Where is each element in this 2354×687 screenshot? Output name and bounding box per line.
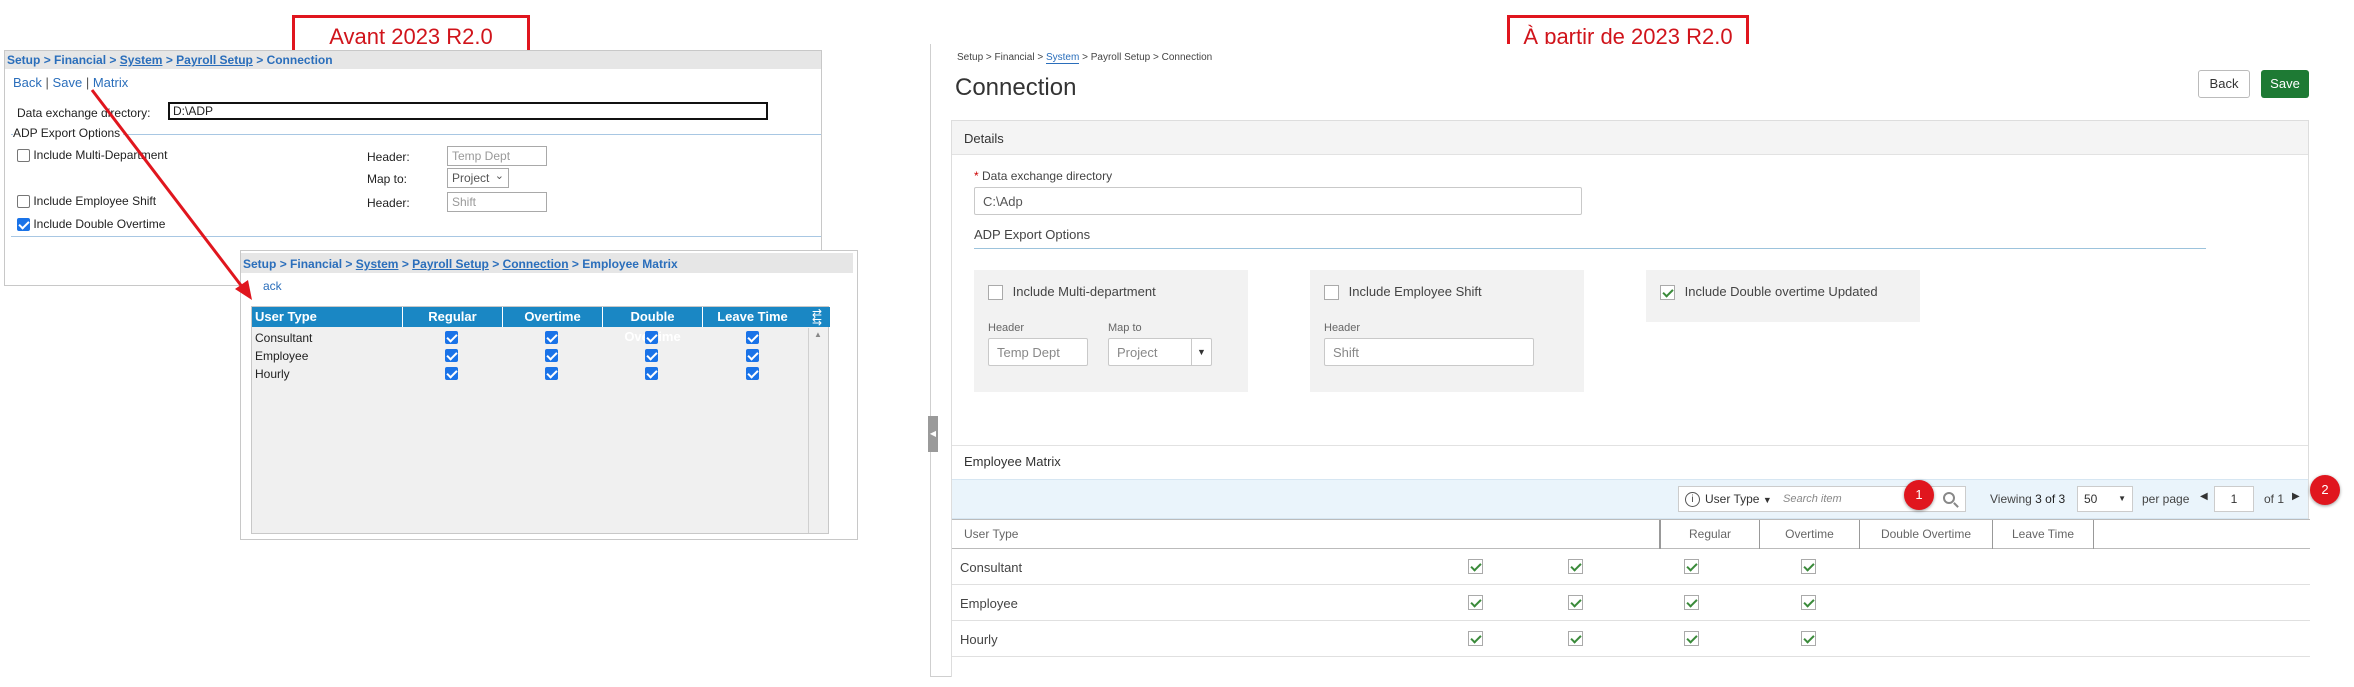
- new-emp-shift-option[interactable]: Include Employee Shift: [1324, 284, 1482, 301]
- new-check-employee-double[interactable]: [1684, 595, 1699, 610]
- employee-matrix-header: Employee Matrix: [964, 454, 1061, 469]
- new-save-button[interactable]: Save: [2261, 70, 2309, 98]
- caret-down-icon: ▼: [2118, 494, 2126, 503]
- new-col-regular[interactable]: Regular: [1660, 520, 1760, 549]
- new-check-employee-regular[interactable]: [1468, 595, 1483, 610]
- new-connection-window: Setup > Financial > System > Payroll Set…: [928, 44, 2340, 678]
- annotation-badge-1: 1: [1904, 480, 1934, 510]
- new-matrix-header-row: User Type Regular Overtime Double Overti…: [952, 519, 2310, 549]
- info-icon: i: [1685, 492, 1700, 507]
- new-check-employee-leave[interactable]: [1801, 595, 1816, 610]
- details-section-header: Details: [952, 121, 2308, 155]
- new-adp-section-title: ADP Export Options: [974, 227, 1091, 242]
- table-row: Employee: [952, 585, 2310, 621]
- nbc-connection: Connection: [1161, 52, 1213, 63]
- per-page-select[interactable]: 50 ▼: [2077, 486, 2133, 512]
- new-header-input-1[interactable]: Temp Dept: [988, 338, 1088, 366]
- new-check-hourly-leave[interactable]: [1801, 631, 1816, 646]
- next-page-icon[interactable]: ▶: [2292, 491, 2300, 502]
- new-col-user-type[interactable]: User Type: [952, 520, 1660, 549]
- new-check-consultant-double[interactable]: [1684, 559, 1699, 574]
- emp-shift-group: Include Employee Shift Header Shift: [1310, 270, 1584, 392]
- new-col-double-overtime[interactable]: Double Overtime: [1860, 520, 1993, 549]
- caret-down-icon: ▼: [1762, 495, 1772, 505]
- new-back-button[interactable]: Back: [2198, 70, 2250, 98]
- new-check-consultant-regular[interactable]: [1468, 559, 1483, 574]
- double-ot-group: Include Double overtime Updated: [1646, 270, 1920, 322]
- new-check-consultant-overtime[interactable]: [1568, 559, 1583, 574]
- of-pages: of 1: [2264, 492, 2285, 506]
- per-page-label: per page: [2142, 492, 2190, 506]
- new-col-overtime[interactable]: Overtime: [1760, 520, 1860, 549]
- new-matrix-table: User Type Regular Overtime Double Overti…: [952, 519, 2310, 678]
- caret-down-icon[interactable]: ▼: [1191, 339, 1211, 365]
- new-map-to-label: Map to: [1108, 322, 1142, 334]
- new-multi-dept-option[interactable]: Include Multi-department: [988, 284, 1156, 301]
- new-map-to-select[interactable]: Project ▼: [1108, 338, 1212, 366]
- matrix-toolbar: i User Type ▼ Search item 1 Viewing 3 of…: [952, 479, 2308, 519]
- new-double-ot-option[interactable]: Include Double overtime Updated: [1660, 284, 1878, 301]
- new-check-consultant-leave[interactable]: [1801, 559, 1816, 574]
- new-data-dir-label: * Data exchange directory: [974, 169, 1113, 183]
- new-check-hourly-overtime[interactable]: [1568, 631, 1583, 646]
- new-header-label-1: Header: [988, 322, 1025, 334]
- nbc-payroll-setup[interactable]: Payroll Setup: [1091, 52, 1150, 63]
- nbc-system[interactable]: System: [1045, 52, 1080, 64]
- table-row: Hourly: [952, 621, 2310, 657]
- viewing-count: Viewing 3 of 3: [1990, 492, 2066, 506]
- new-multi-dept-checkbox[interactable]: [988, 285, 1003, 301]
- search-input[interactable]: Search item: [1783, 493, 1842, 505]
- table-row: Consultant: [952, 549, 2310, 585]
- new-double-ot-checkbox[interactable]: [1660, 285, 1675, 301]
- new-content-panel: Details * Data exchange directory C:\Adp…: [951, 120, 2340, 678]
- new-col-leave-time[interactable]: Leave Time: [1993, 520, 2094, 549]
- annotation-badge-2: 2: [2310, 475, 2340, 505]
- nbc-financial[interactable]: Financial: [995, 52, 1035, 63]
- new-breadcrumb: Setup > Financial > System > Payroll Set…: [957, 52, 1213, 64]
- new-check-employee-overtime[interactable]: [1568, 595, 1583, 610]
- sidebar-collapse-handle[interactable]: ◀: [928, 416, 938, 452]
- page-title: Connection: [955, 74, 1077, 101]
- details-body: * Data exchange directory C:\Adp ADP Exp…: [952, 155, 2308, 479]
- new-emp-shift-checkbox[interactable]: [1324, 285, 1339, 301]
- nbc-setup[interactable]: Setup: [957, 52, 983, 63]
- new-check-hourly-double[interactable]: [1684, 631, 1699, 646]
- new-header-input-2[interactable]: Shift: [1324, 338, 1534, 366]
- page-number-input[interactable]: 1: [2214, 486, 2254, 512]
- prev-page-icon[interactable]: ◀: [2200, 491, 2208, 502]
- new-data-dir-input[interactable]: C:\Adp: [974, 187, 1582, 215]
- filter-field-select[interactable]: User Type ▼: [1705, 492, 1772, 506]
- multi-dept-group: Include Multi-department Header Temp Dep…: [974, 270, 1248, 392]
- new-check-hourly-regular[interactable]: [1468, 631, 1483, 646]
- new-header-label-2: Header: [1324, 322, 1361, 334]
